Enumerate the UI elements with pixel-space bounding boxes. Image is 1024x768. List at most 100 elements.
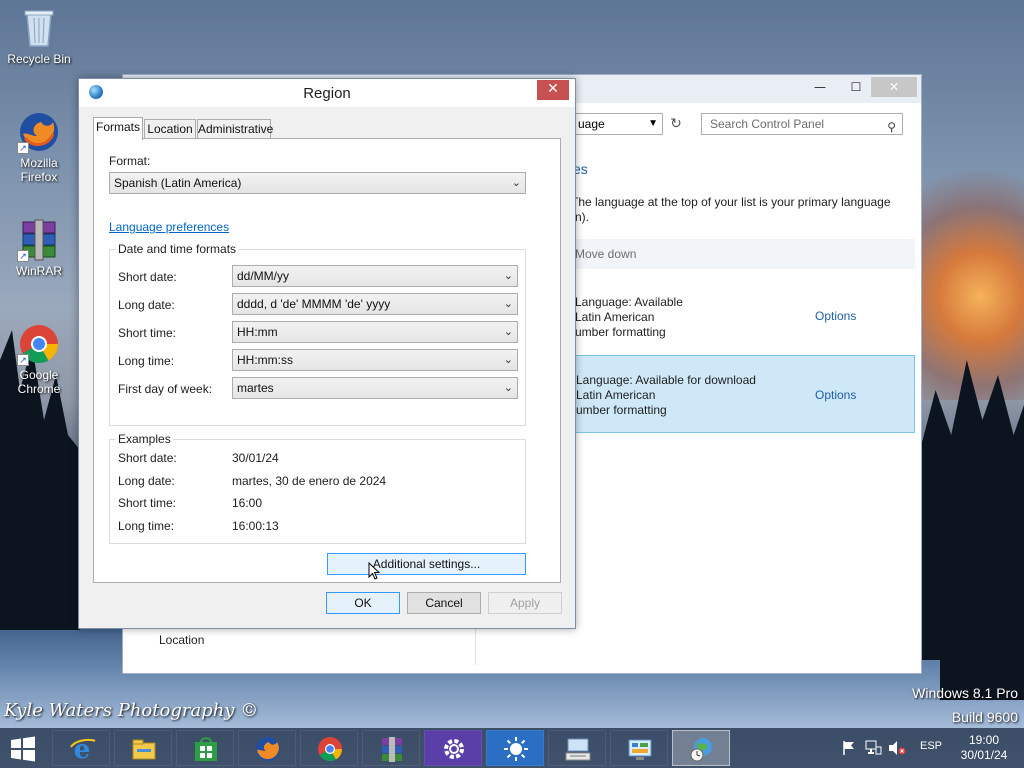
desktop-icon-firefox[interactable]: ↗ Mozilla Firefox xyxy=(1,110,77,184)
clock-time: 19:00 xyxy=(968,733,1000,747)
short-time-dropdown[interactable]: HH:mm ⌄ xyxy=(232,321,518,343)
taskbar-file-explorer[interactable] xyxy=(114,730,172,766)
desktop-icon-label: Firefox xyxy=(20,170,58,184)
format-dropdown[interactable]: Spanish (Latin America) ⌄ xyxy=(109,172,526,194)
example-label: Short date: xyxy=(118,451,177,465)
long-date-dropdown[interactable]: dddd, d 'de' MMMM 'de' yyyy ⌄ xyxy=(232,293,518,315)
language-keyboard: Latin American xyxy=(575,310,655,324)
chevron-down-icon: ⌄ xyxy=(503,326,513,338)
volume-muted-icon[interactable] xyxy=(888,740,906,756)
taskbar-firefox[interactable] xyxy=(238,730,296,766)
language-row[interactable]: Language: Available Latin American umber… xyxy=(563,277,915,355)
desktop-icon-chrome[interactable]: ↗ Google Chrome xyxy=(1,322,77,396)
chrome-icon xyxy=(318,737,342,762)
minimize-button[interactable]: — xyxy=(807,77,833,97)
taskbar-brightness[interactable] xyxy=(486,730,544,766)
taskbar: e ESP 19:00 30/01/24 xyxy=(0,728,1024,768)
desktop-icon-label: Google xyxy=(19,368,59,382)
desktop-icon-label: Mozilla xyxy=(20,156,58,170)
close-icon: ✕ xyxy=(547,81,559,97)
taskbar-settings[interactable] xyxy=(424,730,482,766)
taskbar-clock[interactable]: 19:00 30/01/24 xyxy=(952,733,1016,763)
firefox-icon: ↗ xyxy=(17,110,61,154)
language-status: Language: Available xyxy=(575,295,683,309)
action-center-flag-icon[interactable] xyxy=(842,740,856,756)
input-language-indicator[interactable]: ESP xyxy=(920,740,942,752)
format-value: Spanish (Latin America) xyxy=(114,176,242,190)
tab-formats[interactable]: Formats xyxy=(93,117,143,140)
long-date-label: Long date: xyxy=(118,298,175,312)
options-link[interactable]: Options xyxy=(815,388,856,402)
start-button[interactable] xyxy=(8,736,38,762)
forest-right xyxy=(920,360,1024,660)
control-panel-icon xyxy=(628,739,652,760)
shortcut-arrow-icon: ↗ xyxy=(17,250,29,262)
taskbar-region[interactable] xyxy=(672,730,730,766)
windows-build: Build 9600 xyxy=(951,709,1018,725)
language-preferences-link[interactable]: Language preferences xyxy=(109,220,229,234)
short-date-value: dd/MM/yy xyxy=(237,269,290,283)
winrar-icon xyxy=(382,737,402,762)
desktop-icon-label: Chrome xyxy=(17,382,61,396)
location-link[interactable]: Location xyxy=(159,633,204,647)
first-day-of-week-value: martes xyxy=(237,381,274,395)
search-icon: ⚲ xyxy=(887,120,896,134)
example-label: Short time: xyxy=(118,496,177,510)
ok-button[interactable]: OK xyxy=(326,592,400,614)
dialog-title: Region xyxy=(303,85,351,102)
desktop-icon-winrar[interactable]: ↗ WinRAR xyxy=(1,218,77,278)
language-status: Language: Available for download xyxy=(576,373,756,387)
network-icon[interactable] xyxy=(864,739,882,757)
long-time-dropdown[interactable]: HH:mm:ss ⌄ xyxy=(232,349,518,371)
close-button[interactable]: ✕ xyxy=(537,80,569,100)
cancel-button[interactable]: Cancel xyxy=(407,592,481,614)
photographer-watermark: Kyle Waters Photography © xyxy=(4,700,259,721)
region-dialog[interactable]: Region ✕ Formats Location Administrative… xyxy=(78,78,576,629)
long-time-label: Long time: xyxy=(118,354,175,368)
firefox-icon xyxy=(256,737,280,761)
short-time-value: HH:mm xyxy=(237,325,278,339)
additional-settings-button[interactable]: Additional settings... xyxy=(327,553,526,575)
settings-icon xyxy=(444,739,464,759)
maximize-button[interactable]: ☐ xyxy=(843,77,869,97)
chrome-icon: ↗ xyxy=(17,322,61,366)
apply-button[interactable]: Apply xyxy=(488,592,562,614)
examples-group: Examples Short date: 30/01/24 Long date:… xyxy=(109,432,526,544)
search-input[interactable]: Search Control Panel ⚲ xyxy=(701,113,903,135)
region-dialog-titlebar[interactable]: Region ✕ xyxy=(79,79,575,107)
format-label: Format: xyxy=(109,154,151,168)
internet-explorer-icon: e xyxy=(70,735,96,763)
shortcut-arrow-icon: ↗ xyxy=(17,354,29,366)
example-value: 16:00 xyxy=(232,496,263,510)
close-button[interactable]: ✕ xyxy=(871,77,917,97)
chevron-down-icon: ▼ xyxy=(648,118,658,129)
desktop-icon-recycle-bin[interactable]: Recycle Bin xyxy=(1,6,77,66)
chevron-down-icon: ⌄ xyxy=(503,382,513,394)
desktop-icon-label: Recycle Bin xyxy=(7,52,71,66)
taskbar-internet-explorer[interactable]: e xyxy=(52,730,110,766)
example-label: Long date: xyxy=(118,474,175,488)
taskbar-control-panel[interactable] xyxy=(610,730,668,766)
taskbar-winrar[interactable] xyxy=(362,730,420,766)
taskbar-chrome[interactable] xyxy=(300,730,358,766)
short-date-dropdown[interactable]: dd/MM/yy ⌄ xyxy=(232,265,518,287)
example-value: 30/01/24 xyxy=(232,451,279,465)
taskbar-on-screen-keyboard[interactable] xyxy=(548,730,606,766)
chevron-down-icon: ⌄ xyxy=(503,354,513,366)
move-down-button[interactable]: Move down xyxy=(575,247,636,261)
language-row-selected[interactable]: Language: Available for download Latin A… xyxy=(563,355,915,433)
region-icon xyxy=(690,738,712,762)
language-keyboard: Latin American xyxy=(576,388,656,402)
tab-administrative[interactable]: Administrative xyxy=(197,119,273,139)
taskbar-store[interactable] xyxy=(176,730,234,766)
brightness-icon xyxy=(504,737,528,761)
first-day-of-week-dropdown[interactable]: martes ⌄ xyxy=(232,377,518,399)
tab-location[interactable]: Location xyxy=(144,119,196,139)
address-dropdown[interactable]: uage ▼ xyxy=(573,113,663,135)
refresh-icon[interactable]: ↻ xyxy=(665,113,687,135)
shortcut-arrow-icon: ↗ xyxy=(17,142,29,154)
formats-panel: Format: Spanish (Latin America) ⌄ Langua… xyxy=(93,138,561,583)
short-date-label: Short date: xyxy=(118,270,177,284)
options-link[interactable]: Options xyxy=(815,309,856,323)
winrar-icon: ↗ xyxy=(17,218,61,262)
